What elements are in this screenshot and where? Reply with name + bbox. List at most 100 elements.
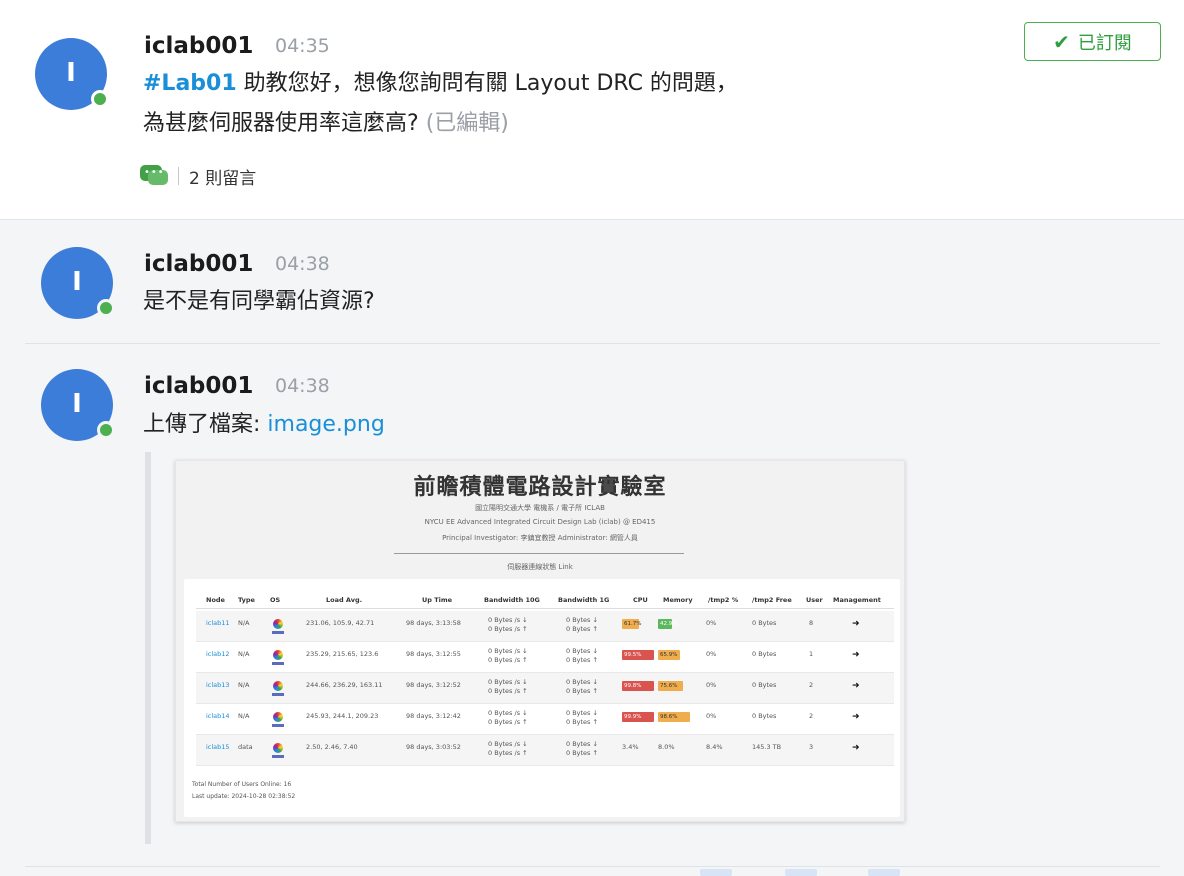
tmp2-usage: 0% (706, 681, 717, 689)
node-type: N/A (238, 712, 250, 720)
os-logo-icon (272, 681, 284, 699)
memory-usage-bar: 65.9% (658, 650, 680, 660)
subscribed-button[interactable]: ✔ 已訂閱 (1024, 22, 1161, 61)
tmp2-usage: 8.4% (706, 743, 723, 751)
node-link[interactable]: iclab13 (206, 681, 230, 689)
comment-count[interactable]: 2 則留言 (189, 164, 256, 189)
image-attachment[interactable]: 前瞻積體電路設計實驗室 國立陽明交通大學 電機系 / 電子所 ICLAB NYC… (175, 460, 905, 822)
load-average: 231.06, 105.9, 42.71 (306, 619, 375, 627)
bandwidth-10g: 0 Bytes /s ↓ 0 Bytes /s ↑ (488, 678, 528, 695)
os-logo-icon (272, 619, 284, 637)
os-logo-icon (272, 712, 284, 730)
comments-row[interactable]: ••• 2 則留言 (140, 162, 256, 190)
uptime: 98 days, 3:03:52 (406, 743, 461, 751)
post-card: I iclab001 04:35 #Lab01 助教您好，想像您詢問有關 Lay… (0, 0, 1184, 220)
arrow-right-icon[interactable]: ➜ (852, 712, 860, 722)
user-count: 2 (809, 712, 814, 720)
memory-usage-bar: 75.6% (658, 681, 683, 691)
server-row: iclab14 N/A 245.93, 244.1, 209.23 98 days, … (196, 704, 894, 735)
os-logo-icon (272, 743, 284, 761)
bottom-toolbar-hint (700, 869, 732, 876)
arrow-right-icon[interactable]: ➜ (852, 619, 860, 629)
node-link[interactable]: iclab12 (206, 650, 230, 658)
separator (178, 167, 179, 185)
server-row: iclab11 N/A 231.06, 105.9, 42.71 98 days, 3… (196, 611, 894, 642)
tmp2-free: 0 Bytes (752, 650, 777, 658)
reply-message: 上傳了檔案: image.png (143, 412, 385, 437)
divider (25, 866, 1160, 867)
cpu-usage-bar: 99.5% (622, 650, 654, 660)
bandwidth-1g: 0 Bytes ↓ 0 Bytes ↑ (566, 678, 598, 695)
memory-usage-bar: 98.6% (658, 712, 690, 722)
avatar[interactable]: I (41, 247, 115, 319)
node-type: N/A (238, 650, 250, 658)
edited-marker: (已編輯) (425, 111, 509, 136)
last-update: Last update: 2024-10-28 02:38:52 (192, 793, 296, 800)
author-name[interactable]: iclab001 (144, 251, 253, 277)
arrow-right-icon[interactable]: ➜ (852, 650, 860, 660)
load-average: 245.93, 244.1, 209.23 (306, 712, 379, 720)
bandwidth-10g: 0 Bytes /s ↓ 0 Bytes /s ↑ (488, 647, 528, 664)
divider (25, 343, 1160, 344)
user-count: 1 (809, 650, 814, 658)
tmp2-usage: 0% (706, 712, 717, 720)
bandwidth-10g: 0 Bytes /s ↓ 0 Bytes /s ↑ (488, 709, 528, 726)
post-time: 04:35 (275, 35, 330, 57)
lab-title: 前瞻積體電路設計實驗室 (413, 475, 667, 500)
server-table-panel: Node Type OS Load Avg. Up Time Bandwidth… (184, 579, 900, 817)
node-link[interactable]: iclab15 (206, 743, 230, 751)
reply-time: 04:38 (275, 375, 330, 397)
memory-usage-bar: 8.0% (658, 743, 675, 751)
arrow-right-icon[interactable]: ➜ (852, 681, 860, 691)
uptime: 98 days, 3:13:58 (406, 619, 461, 627)
lab-subtitle-3: Principal Investigator: 李鎮宜教授 Administra… (442, 534, 638, 542)
avatar[interactable]: I (35, 38, 109, 110)
post-message-line2: 為甚麼伺服器使用率這麼高? (已編輯) (143, 111, 509, 136)
server-row: iclab15 data 2.50, 2.46, 7.40 98 days, 3:03… (196, 735, 894, 766)
post-message-line1: #Lab01 助教您好，想像您詢問有關 Layout DRC 的問題， (143, 71, 738, 96)
attachment-quote-bar (145, 452, 151, 844)
author-name[interactable]: iclab001 (144, 373, 253, 399)
node-link[interactable]: iclab11 (206, 619, 230, 627)
node-type: N/A (238, 681, 250, 689)
bandwidth-1g: 0 Bytes ↓ 0 Bytes ↑ (566, 647, 598, 664)
bottom-toolbar-hint (868, 869, 900, 876)
load-average: 2.50, 2.46, 7.40 (306, 743, 358, 751)
users-online-count: Total Number of Users Online: 16 (192, 781, 292, 788)
os-logo-icon (272, 650, 284, 668)
user-count: 2 (809, 681, 814, 689)
file-link[interactable]: image.png (267, 412, 384, 437)
cpu-usage-bar: 99.9% (622, 712, 654, 722)
server-row: iclab12 N/A 235.29, 215.65, 123.6 98 days, … (196, 642, 894, 673)
online-status-dot (91, 90, 109, 108)
bandwidth-1g: 0 Bytes ↓ 0 Bytes ↑ (566, 740, 598, 757)
cpu-usage-bar: 3.4% (622, 743, 639, 751)
bandwidth-1g: 0 Bytes ↓ 0 Bytes ↑ (566, 616, 598, 633)
tmp2-free: 0 Bytes (752, 619, 777, 627)
avatar[interactable]: I (41, 369, 115, 441)
lab-subtitle-1: 國立陽明交通大學 電機系 / 電子所 ICLAB (475, 504, 605, 512)
lab-subtitle-4: 伺服器連線狀態 Link (507, 563, 573, 571)
reply-time: 04:38 (275, 253, 330, 275)
tmp2-usage: 0% (706, 619, 717, 627)
cpu-usage-bar: 61.7% (622, 619, 642, 629)
bandwidth-1g: 0 Bytes ↓ 0 Bytes ↑ (566, 709, 598, 726)
node-type: N/A (238, 619, 250, 627)
node-link[interactable]: iclab14 (206, 712, 230, 720)
memory-usage-bar: 42.9% (658, 619, 678, 629)
load-average: 244.66, 236.29, 163.11 (306, 681, 383, 689)
bandwidth-10g: 0 Bytes /s ↓ 0 Bytes /s ↑ (488, 740, 528, 757)
arrow-right-icon[interactable]: ➜ (852, 743, 860, 753)
bottom-toolbar-hint (785, 869, 817, 876)
server-table-header: Node Type OS Load Avg. Up Time Bandwidth… (196, 593, 894, 609)
tmp2-usage: 0% (706, 650, 717, 658)
user-count: 8 (809, 619, 814, 627)
online-status-dot (97, 299, 115, 317)
online-status-dot (97, 421, 115, 439)
bandwidth-10g: 0 Bytes /s ↓ 0 Bytes /s ↑ (488, 616, 528, 633)
hashtag-link[interactable]: #Lab01 (143, 71, 237, 96)
node-type: data (238, 743, 253, 751)
user-count: 3 (809, 743, 814, 751)
author-name[interactable]: iclab001 (144, 33, 253, 59)
comment-bubble-icon: ••• (140, 165, 168, 187)
